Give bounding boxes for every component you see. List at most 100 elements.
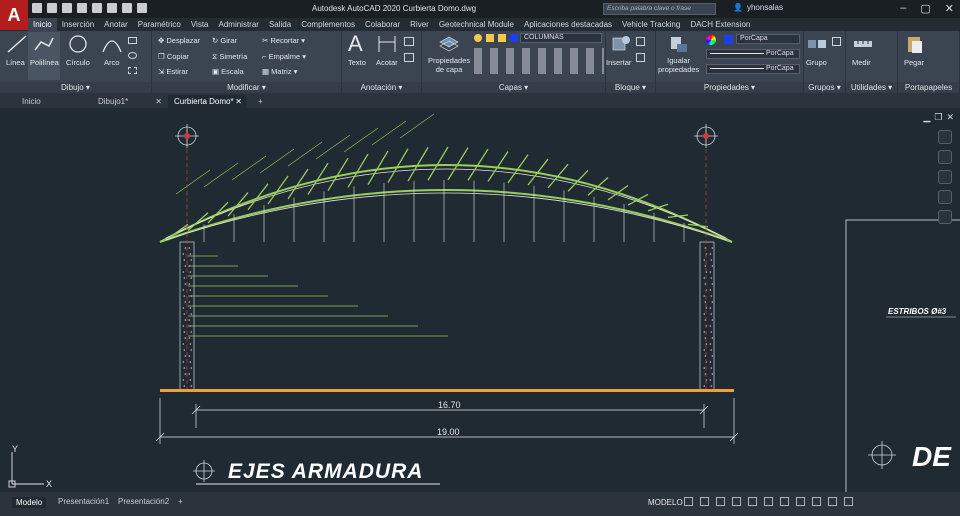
search-input[interactable]: Escriba palabra clave o frase: [603, 3, 716, 15]
print-icon[interactable]: [107, 3, 117, 13]
lineweight-dropdown[interactable]: PorCapa: [706, 49, 800, 59]
polar-icon[interactable]: [732, 497, 741, 506]
circle-button[interactable]: Círculo: [66, 58, 90, 67]
match-properties-button[interactable]: Igualar propiedades: [658, 56, 699, 74]
user-account[interactable]: 👤 yhonsalas: [733, 3, 783, 12]
text-button[interactable]: Texto: [348, 58, 366, 67]
mirror-button[interactable]: ⧖ Simetría: [212, 52, 247, 62]
paste-button[interactable]: Pegar: [904, 58, 924, 67]
stretch-button[interactable]: ⇲ Estirar: [158, 67, 188, 76]
web-icon[interactable]: [92, 3, 102, 13]
pan-icon[interactable]: [938, 150, 952, 164]
tab-aplicaciones[interactable]: Aplicaciones destacadas: [519, 18, 617, 31]
ellipse-icon[interactable]: [128, 52, 137, 59]
lineweight-icon[interactable]: [764, 497, 773, 506]
tab-geotechnical[interactable]: Geotechnical Module: [434, 18, 519, 31]
hatch-icon[interactable]: [128, 67, 137, 74]
viewport-minimize-icon[interactable]: ▁: [923, 112, 930, 123]
tab-inicio[interactable]: Inicio: [28, 18, 57, 31]
panel-propiedades-label[interactable]: Propiedades ▾: [656, 82, 803, 93]
open-icon[interactable]: [47, 3, 57, 13]
group-button[interactable]: Grupo: [806, 58, 827, 67]
layer-tools-icons[interactable]: [474, 48, 604, 74]
transparency-icon[interactable]: [780, 497, 789, 506]
drawing-canvas[interactable]: Y X 16.70 19.00 EJES ARMADURA ESTRIBOS Ø…: [0, 108, 960, 492]
edit-block-icon[interactable]: [636, 53, 645, 62]
panel-bloque-label[interactable]: Bloque ▾: [606, 82, 655, 93]
new-icon[interactable]: [32, 3, 42, 13]
create-block-icon[interactable]: [636, 37, 645, 46]
customize-icon[interactable]: [844, 497, 853, 506]
tab-anotar[interactable]: Anotar: [99, 18, 133, 31]
close-tab-icon[interactable]: ✕: [235, 95, 242, 108]
insert-button[interactable]: Insertar: [606, 58, 631, 67]
layout-tab-presentacion2[interactable]: Presentación2: [118, 497, 169, 506]
ungroup-icon[interactable]: [832, 37, 841, 46]
save-as-icon[interactable]: [77, 3, 87, 13]
ortho-icon[interactable]: [716, 497, 725, 506]
panel-grupos-label[interactable]: Grupos ▾: [804, 82, 845, 93]
panel-dibujo-label[interactable]: Dibujo ▾: [0, 82, 151, 93]
new-tab-button[interactable]: +: [252, 95, 268, 108]
leader-icon[interactable]: [404, 37, 414, 46]
quick-access-toolbar[interactable]: [32, 3, 147, 13]
app-logo[interactable]: A: [0, 0, 28, 30]
layer-freeze-icon[interactable]: [486, 34, 494, 42]
tab-river[interactable]: River: [405, 18, 434, 31]
showmotion-icon[interactable]: [938, 210, 952, 224]
file-tab-inicio[interactable]: Inicio: [16, 95, 86, 108]
line-button[interactable]: Línea: [6, 58, 25, 67]
steering-wheel-icon[interactable]: [938, 130, 952, 144]
linetype-dropdown[interactable]: PorCapa: [706, 64, 800, 74]
tab-complementos[interactable]: Complementos: [296, 18, 360, 31]
layer-dropdown[interactable]: COLUMNAS: [520, 33, 602, 43]
annotation-scale-icon[interactable]: [812, 497, 821, 506]
workspace-icon[interactable]: [828, 497, 837, 506]
viewport-restore-icon[interactable]: ❐: [934, 112, 942, 123]
model-space-toggle[interactable]: MODELO: [648, 498, 683, 507]
layer-on-icon[interactable]: [474, 34, 482, 42]
orbit-icon[interactable]: [938, 190, 952, 204]
tab-vista[interactable]: Vista: [186, 18, 214, 31]
tab-dach[interactable]: DACH Extension: [685, 18, 755, 31]
maximize-button[interactable]: ▢: [920, 2, 930, 15]
snap-icon[interactable]: [700, 497, 709, 506]
layout-tab-modelo[interactable]: Modelo: [12, 497, 47, 508]
rectangle-icon[interactable]: [128, 37, 137, 44]
layer-lock-icon[interactable]: [498, 34, 506, 42]
panel-modificar-label[interactable]: Modificar ▾: [152, 82, 341, 93]
measure-button[interactable]: Medir: [852, 58, 871, 67]
panel-utilidades-label[interactable]: Utilidades ▾: [846, 82, 897, 93]
tab-insercion[interactable]: Inserción: [57, 18, 99, 31]
layout-tab-presentacion1[interactable]: Presentación1: [58, 497, 109, 506]
redo-icon[interactable]: [137, 3, 147, 13]
fillet-button[interactable]: ⌐ Empalme ▾: [262, 52, 306, 61]
arc-button[interactable]: Arco: [104, 58, 119, 67]
dimension-button[interactable]: Acotar: [376, 58, 398, 67]
file-tab-dibujo1[interactable]: Dibujo1* ✕: [92, 95, 166, 108]
osnap-icon[interactable]: [748, 497, 757, 506]
color-dropdown[interactable]: PorCapa: [736, 34, 800, 44]
tab-colaborar[interactable]: Colaborar: [360, 18, 405, 31]
grid-icon[interactable]: [684, 497, 693, 506]
panel-portapapeles-label[interactable]: Portapapeles: [898, 82, 959, 93]
zoom-icon[interactable]: [938, 170, 952, 184]
table-icon[interactable]: [404, 53, 414, 62]
tab-salida[interactable]: Salida: [264, 18, 296, 31]
tab-administrar[interactable]: Administrar: [214, 18, 264, 31]
file-tab-curbierta[interactable]: Curbierta Domo* ✕: [168, 95, 246, 108]
copy-button[interactable]: ❐ Copiar: [158, 52, 189, 61]
array-button[interactable]: ▦ Matriz ▾: [262, 67, 297, 76]
minimize-button[interactable]: –: [900, 2, 906, 15]
rotate-button[interactable]: ↻ Girar: [212, 36, 237, 45]
panel-anotacion-label[interactable]: Anotación ▾: [342, 82, 421, 93]
add-layout-button[interactable]: +: [178, 497, 183, 506]
move-button[interactable]: ✥ Desplazar: [158, 36, 200, 45]
close-tab-icon[interactable]: ✕: [155, 95, 162, 108]
tab-parametrico[interactable]: Paramétrico: [133, 18, 186, 31]
undo-icon[interactable]: [122, 3, 132, 13]
scale-button[interactable]: ▣ Escala: [212, 67, 244, 76]
tab-vehicle-tracking[interactable]: Vehicle Tracking: [617, 18, 685, 31]
layer-properties-button[interactable]: Propiedades de capa: [428, 56, 470, 74]
panel-capas-label[interactable]: Capas ▾: [422, 82, 605, 93]
